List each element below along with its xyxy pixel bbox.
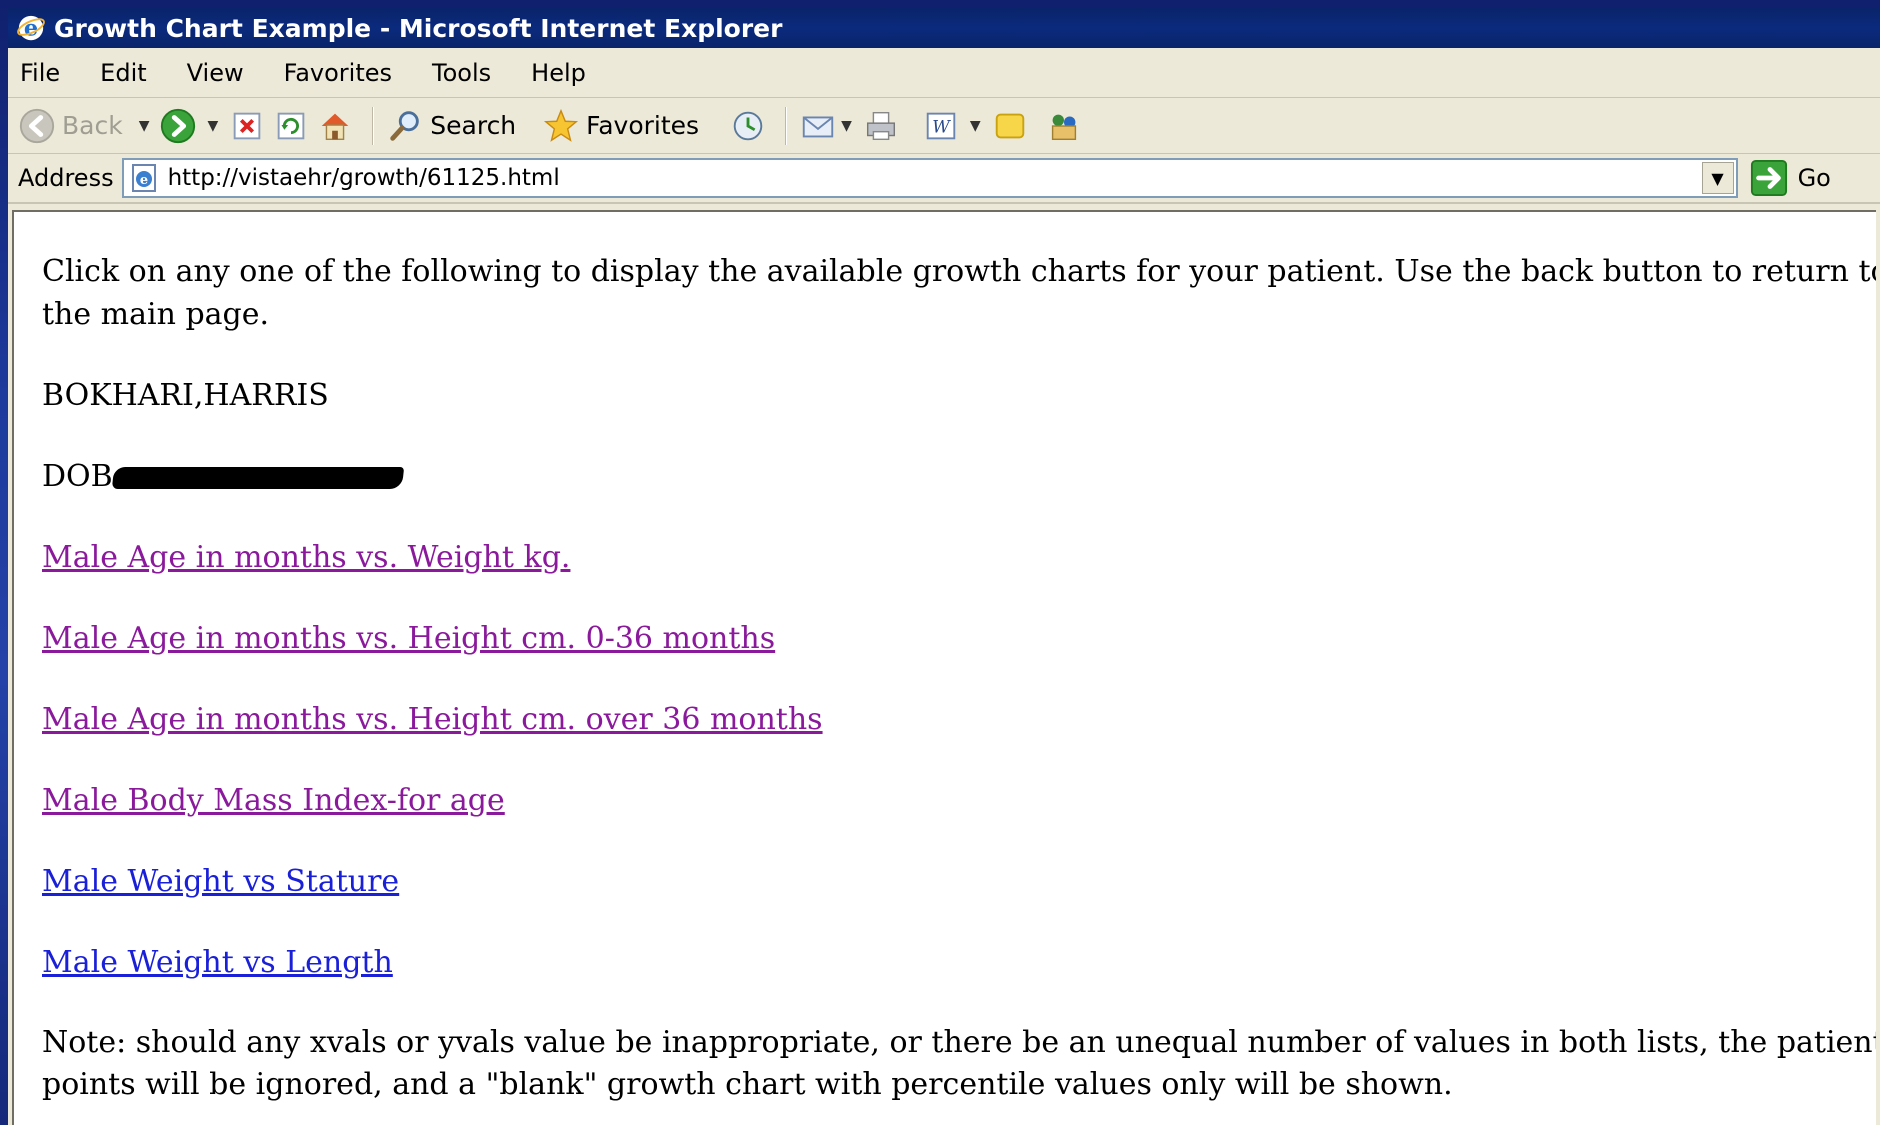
search-button[interactable]: Search — [386, 107, 516, 145]
link-height-0-36-months[interactable]: Male Age in months vs. Height cm. 0-36 m… — [42, 621, 775, 656]
back-arrow-icon — [19, 108, 55, 143]
toolbar-separator-2 — [785, 106, 788, 145]
edit-word-icon[interactable]: W — [922, 107, 960, 145]
svg-text:e: e — [139, 173, 147, 188]
browser-window: e Growth Chart Example - Microsoft Inter… — [8, 8, 1880, 1125]
search-label: Search — [430, 111, 517, 140]
dob-redaction — [111, 467, 404, 489]
title-bar: e Growth Chart Example - Microsoft Inter… — [8, 8, 1880, 48]
go-label: Go — [1797, 164, 1831, 192]
history-icon[interactable] — [729, 107, 767, 145]
mail-dropdown-icon[interactable]: ▼ — [841, 118, 852, 134]
link-bmi-for-age[interactable]: Male Body Mass Index-for age — [42, 783, 505, 818]
back-button[interactable]: Back — [18, 107, 123, 145]
menu-edit[interactable]: Edit — [100, 59, 146, 87]
address-dropdown-icon[interactable]: ▼ — [1701, 162, 1734, 194]
address-bar: Address e http://vistaehr/growth/61125.h… — [8, 154, 1880, 204]
address-url[interactable]: http://vistaehr/growth/61125.html — [168, 165, 560, 191]
back-label: Back — [62, 111, 123, 140]
page-content: Click on any one of the following to dis… — [12, 210, 1876, 1125]
address-input[interactable]: e http://vistaehr/growth/61125.html ▼ — [121, 158, 1738, 198]
patient-name: BOKHARI,HARRIS — [42, 378, 329, 413]
address-label: Address — [18, 164, 114, 192]
toolbar-separator — [372, 106, 375, 145]
favorites-label: Favorites — [586, 111, 700, 140]
discuss-icon[interactable] — [991, 107, 1029, 145]
toolbar: Back ▼ ▼ Search Favorites ▼ W ▼ — [8, 98, 1880, 154]
go-button[interactable]: Go — [1750, 159, 1831, 197]
forward-arrow-icon[interactable] — [159, 107, 197, 145]
dob-label: DOB — [42, 459, 113, 494]
link-weight-vs-stature[interactable]: Male Weight vs Stature — [42, 864, 399, 899]
page-icon: e — [131, 164, 156, 192]
stop-icon[interactable] — [228, 107, 266, 145]
intro-text: Click on any one of the following to dis… — [42, 254, 1876, 332]
link-weight-vs-length[interactable]: Male Weight vs Length — [42, 945, 393, 980]
back-dropdown-icon[interactable]: ▼ — [139, 118, 150, 134]
messenger-icon[interactable] — [1045, 107, 1083, 145]
refresh-icon[interactable] — [272, 107, 310, 145]
menu-favorites[interactable]: Favorites — [284, 59, 392, 87]
edit-dropdown-icon[interactable]: ▼ — [970, 118, 981, 134]
menu-tools[interactable]: Tools — [432, 59, 491, 87]
forward-dropdown-icon[interactable]: ▼ — [207, 118, 218, 134]
go-arrow-icon — [1750, 159, 1787, 197]
link-weight-for-age[interactable]: Male Age in months vs. Weight kg. — [42, 540, 570, 575]
svg-text:W: W — [932, 117, 951, 137]
print-icon[interactable] — [862, 107, 900, 145]
favorites-star-icon — [544, 108, 579, 142]
window-title: Growth Chart Example - Microsoft Interne… — [54, 13, 783, 43]
home-icon[interactable] — [316, 107, 354, 145]
mail-icon[interactable] — [799, 107, 837, 145]
link-height-over-36-months[interactable]: Male Age in months vs. Height cm. over 3… — [42, 702, 823, 737]
menu-help[interactable]: Help — [531, 59, 586, 87]
menu-file[interactable]: File — [20, 59, 60, 87]
dob-line: DOB — [42, 455, 1876, 498]
favorites-button[interactable]: Favorites — [542, 107, 699, 145]
menu-bar: File Edit View Favorites Tools Help — [8, 48, 1880, 98]
note-text: Note: should any xvals or yvals value be… — [42, 1025, 1876, 1102]
search-icon — [390, 110, 420, 141]
menu-view[interactable]: View — [187, 59, 244, 87]
internet-explorer-icon: e — [17, 16, 45, 42]
